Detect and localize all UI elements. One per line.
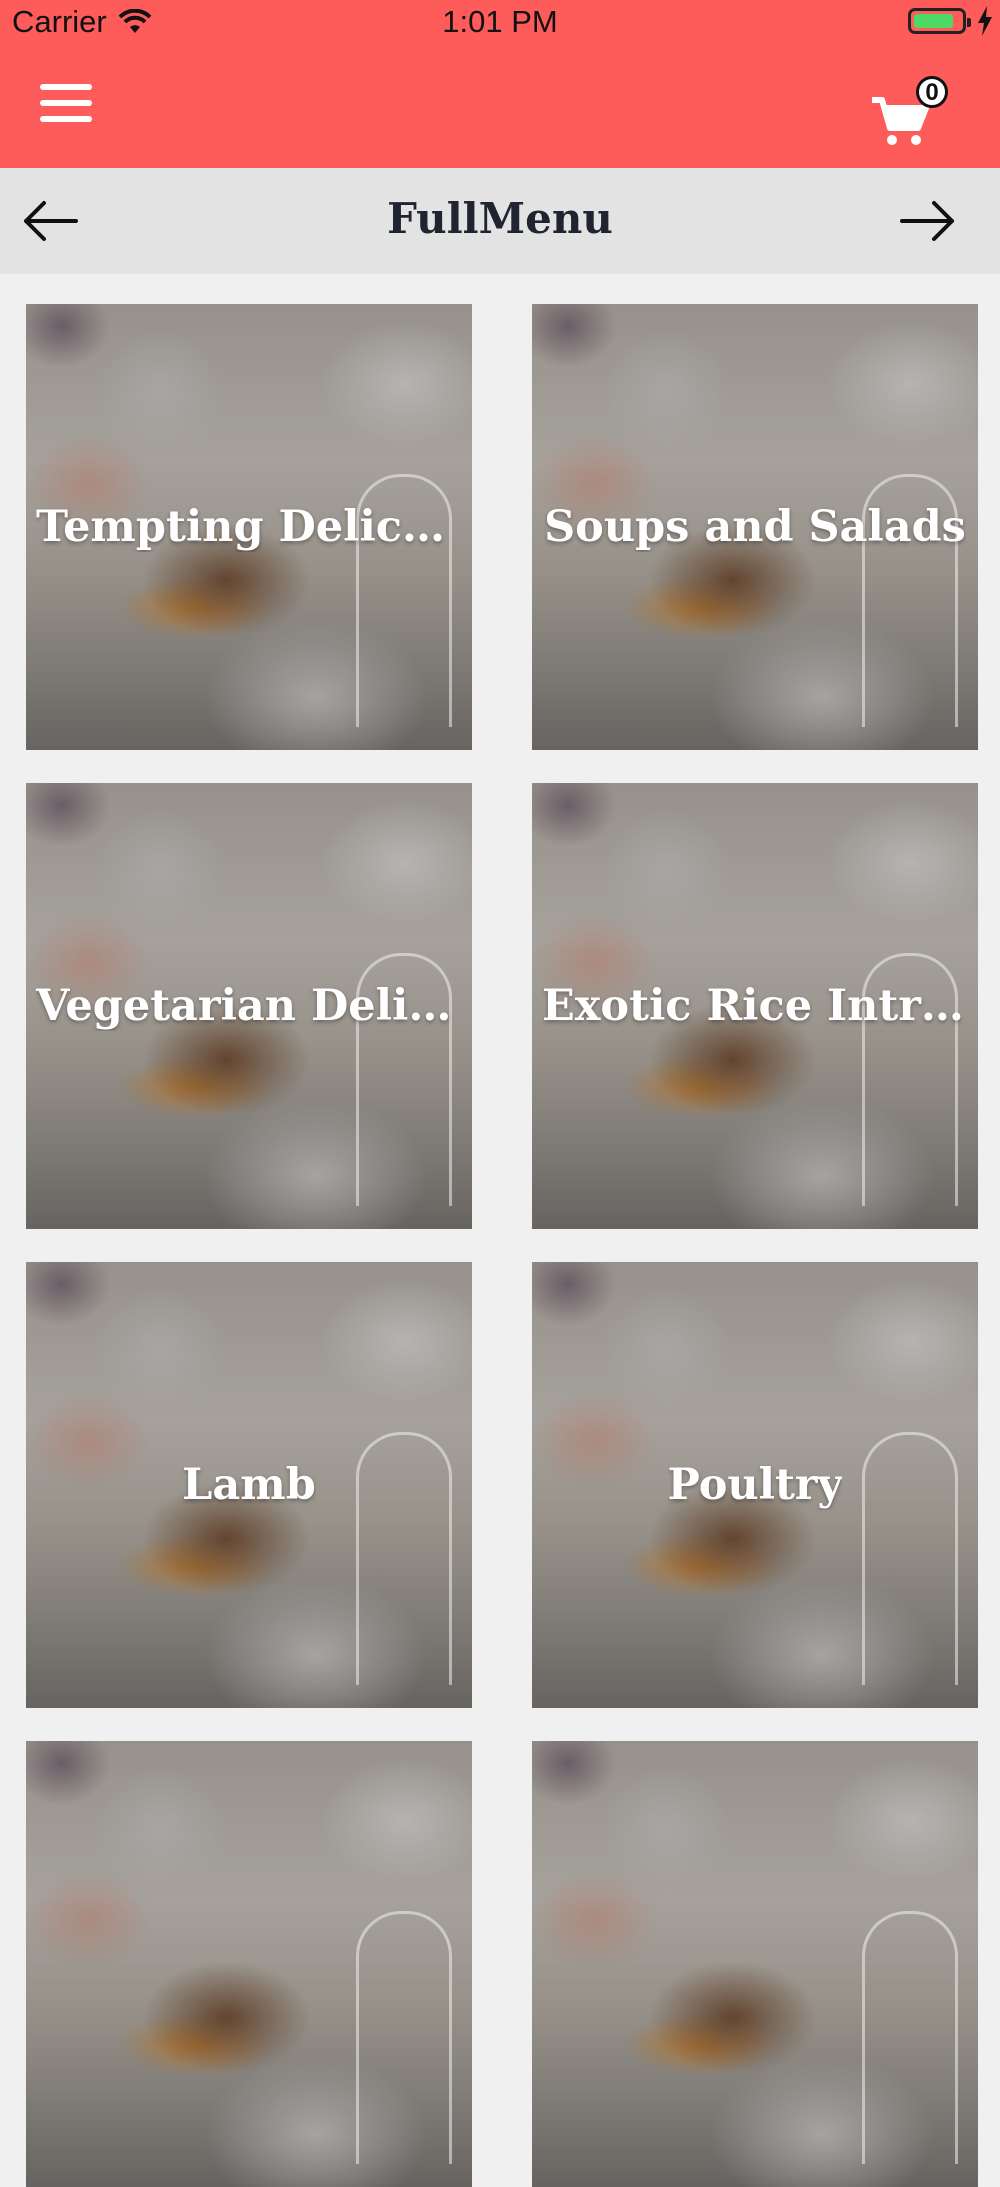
menu-button[interactable] bbox=[34, 84, 98, 130]
category-label: Poultry bbox=[667, 1460, 843, 1510]
hamburger-menu-icon bbox=[34, 84, 98, 122]
category-tile[interactable]: Vegetarian Deligh... bbox=[26, 783, 472, 1229]
battery-cap bbox=[967, 18, 971, 27]
category-grid: Tempting Delicac... Soups and Salads Veg… bbox=[26, 304, 978, 2187]
category-tile[interactable]: Soups and Salads bbox=[532, 304, 978, 750]
category-label: Lamb bbox=[182, 1460, 316, 1510]
tile-glass-decoration bbox=[862, 1911, 958, 2164]
page-title: FullMenu bbox=[387, 194, 613, 243]
category-label: Exotic Rice Intro... bbox=[542, 981, 968, 1031]
category-tile[interactable]: Lamb bbox=[26, 1262, 472, 1708]
status-bar: Carrier 1:01 PM bbox=[0, 0, 1000, 44]
cart-count-badge: 0 bbox=[916, 76, 948, 108]
category-tile[interactable] bbox=[532, 1741, 978, 2187]
status-time: 1:01 PM bbox=[442, 4, 558, 39]
category-tile[interactable]: Poultry bbox=[532, 1262, 978, 1708]
category-tile[interactable]: Exotic Rice Intro... bbox=[532, 783, 978, 1229]
battery-level bbox=[914, 14, 953, 28]
app-header: 0 bbox=[0, 44, 1000, 168]
category-tile[interactable] bbox=[26, 1741, 472, 2187]
tile-glass-decoration bbox=[356, 1911, 452, 2164]
category-tile[interactable]: Tempting Delicac... bbox=[26, 304, 472, 750]
category-label: Tempting Delicac... bbox=[36, 502, 462, 552]
battery-icon bbox=[908, 8, 971, 34]
category-label: Soups and Salads bbox=[544, 502, 966, 552]
charging-bolt-icon bbox=[978, 6, 992, 36]
category-nav-bar: FullMenu bbox=[0, 168, 1000, 274]
category-label: Vegetarian Deligh... bbox=[36, 981, 462, 1031]
arrow-right-icon bbox=[900, 201, 954, 241]
cart-button[interactable]: 0 bbox=[868, 74, 958, 154]
next-button[interactable] bbox=[896, 196, 960, 246]
